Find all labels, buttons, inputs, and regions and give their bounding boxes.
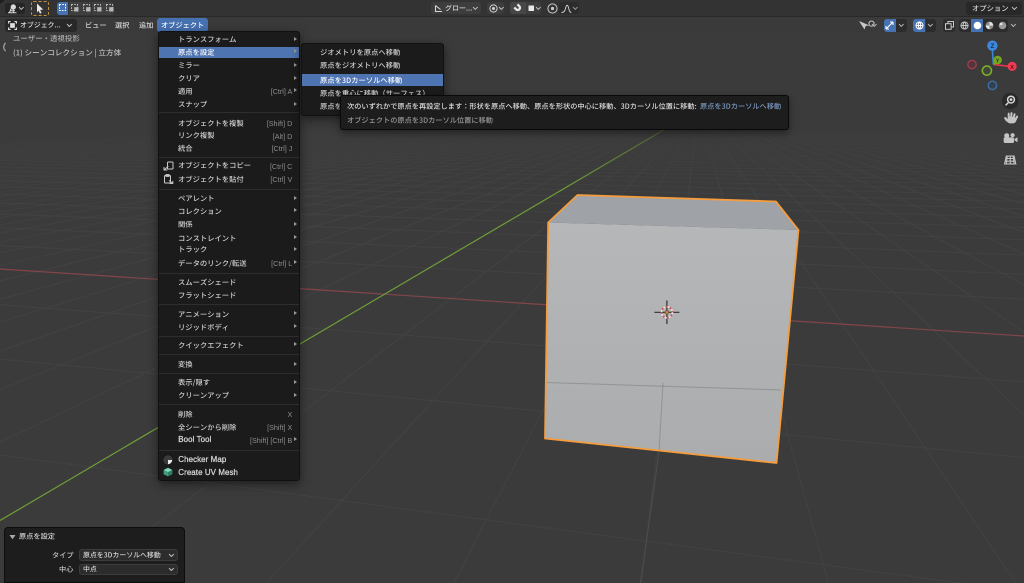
svg-text:X: X bbox=[1010, 65, 1014, 71]
svg-text:Y: Y bbox=[996, 58, 1000, 64]
svg-text:Z: Z bbox=[990, 43, 994, 50]
